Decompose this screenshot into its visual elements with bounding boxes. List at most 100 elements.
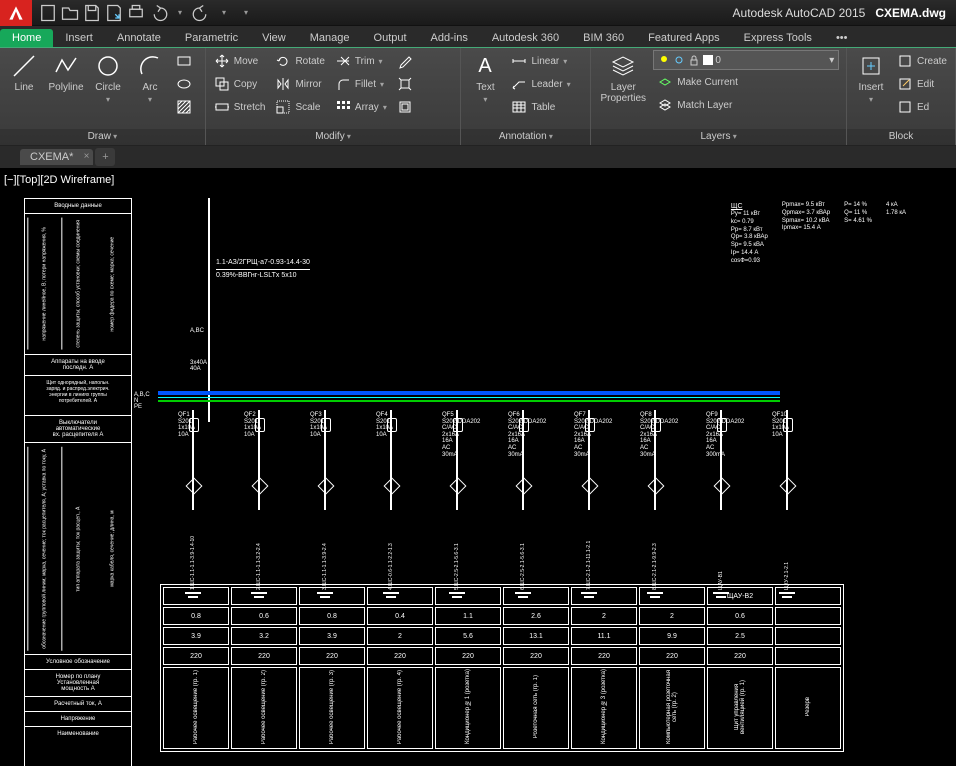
tab-home[interactable]: Home [0,29,53,47]
lightbulb-icon [658,54,670,66]
stretch-button[interactable]: Stretch [210,96,270,118]
mirror-button[interactable]: Mirror [271,73,328,95]
edit-attr-button[interactable]: Ed [893,96,951,118]
layer-combo[interactable]: 0 ▾ [653,50,839,70]
tab-annotate[interactable]: Annotate [105,29,173,47]
svg-text:A: A [479,55,493,77]
breaker-QF8: QF8S202/DDA202C/AC2x16A16AAC30mA 8.ШС-2.… [622,410,688,600]
polyline-button[interactable]: Polyline [46,50,86,95]
file-tabs: CXEMA*× + [0,146,956,168]
data-table: ЩАУ-В20.80.60.80.41.12.6220.63.93.23.925… [160,584,844,752]
breaker-QF7: QF7S202/DDA202C/AC2x16A16AAC30mA 7.ШС-2.… [556,410,622,600]
sun-icon [673,54,685,66]
viewport[interactable]: [−][Top][2D Wireframe] Вводные данные на… [0,168,956,766]
rectangle-icon[interactable] [172,50,196,72]
table-button[interactable]: Table [507,96,574,118]
explode-icon[interactable] [393,73,417,95]
file-tab[interactable]: CXEMA*× [20,149,93,165]
panel-block-title[interactable]: Block [847,129,955,145]
panel-block: Insert Create Edit Ed Block [847,48,956,145]
edit-block-button[interactable]: Edit [893,73,951,95]
app-name: Autodesk AutoCAD 2015 [733,6,866,20]
feeder-phase: A,BC [190,328,204,334]
tab-express-tools[interactable]: Express Tools [732,29,824,47]
offset-icon[interactable] [393,96,417,118]
make-current-button[interactable]: Make Current [653,71,842,93]
trim-button[interactable]: Trim [331,50,391,72]
tab-output[interactable]: Output [362,29,419,47]
side-legend: Вводные данные напряжение линейное, В; п… [24,198,132,766]
undo-icon[interactable] [148,3,168,23]
match-layer-button[interactable]: Match Layer [653,94,842,116]
lock-icon [688,54,700,66]
line-button[interactable]: Line [4,50,44,95]
tab-insert[interactable]: Insert [53,29,105,47]
side-h8: Напряжение [25,712,131,727]
tab-manage[interactable]: Manage [298,29,362,47]
breaker-QF3: QF3S2011x10A10A 3.ШС-1.1-1.1-3.9-2.4 [292,410,358,600]
panel-draw: Line Polyline Circle Arc Draw [0,48,206,145]
arc-button[interactable]: Arc [130,50,170,106]
side-h1: Вводные данные [25,199,131,214]
move-button[interactable]: Move [210,50,270,72]
breaker-QF5: QF5S202/DDA202C/AC2x16A16AAC30mA 5.ШС-2.… [424,410,490,600]
panel-annotation-title[interactable]: Annotation [461,129,590,145]
ribbon: Line Polyline Circle Arc Draw Move Copy … [0,48,956,146]
breaker-QF6: QF6S202/DDA202C/AC2x16A16AAC30mA 6.ШС-2.… [490,410,556,600]
breaker-QF10: QF10S2011x10A10A ЩКУ-2.1-2.1 [754,410,820,600]
array-button[interactable]: Array [331,96,391,118]
panel-layers: Layer Properties 0 ▾ Make Current Match … [591,48,847,145]
app-logo[interactable] [0,0,32,26]
hatch-icon[interactable] [172,96,196,118]
panel-layers-title[interactable]: Layers [591,129,846,145]
tab-view[interactable]: View [250,29,298,47]
tab-bim-360[interactable]: BIM 360 [571,29,636,47]
layer-properties-button[interactable]: Layer Properties [595,50,651,106]
fillet-button[interactable]: Fillet [331,73,391,95]
copy-button[interactable]: Copy [210,73,270,95]
breaker-QF1: QF1S2011x10A10A 1.ШС-1.1-1.1-3.9-1.4-10 [160,410,226,600]
save-icon[interactable] [82,3,102,23]
breaker-QF4: QF4S2011x10A10A 4.ШС-0.6-1.1-2.2-1.3 [358,410,424,600]
leader-button[interactable]: Leader [507,73,574,95]
side-h3: Щит однорядный, напольн. заряд. и распре… [25,376,131,416]
ellipse-icon[interactable] [172,73,196,95]
close-icon[interactable]: × [84,151,90,162]
rotate-button[interactable]: Rotate [271,50,328,72]
redo-dropdown[interactable] [214,3,234,23]
redo-icon[interactable] [192,3,212,23]
titlebar: Autodesk AutoCAD 2015 CXEMA.dwg [0,0,956,26]
quick-access-toolbar [38,3,256,23]
plot-icon[interactable] [126,3,146,23]
create-block-button[interactable]: Create [893,50,951,72]
circle-button[interactable]: Circle [88,50,128,106]
qat-customize[interactable] [236,3,256,23]
tab-overflow[interactable]: ••• [824,29,860,47]
side-h5: Условное обозначение [25,655,131,670]
open-icon[interactable] [60,3,80,23]
undo-dropdown[interactable] [170,3,190,23]
insert-block-button[interactable]: Insert [851,50,891,106]
add-tab-button[interactable]: + [95,148,115,166]
saveas-icon[interactable] [104,3,124,23]
tab-featured-apps[interactable]: Featured Apps [636,29,732,47]
panel-annotation: AText Linear Leader Table Annotation [461,48,591,145]
drawing-content: Вводные данные напряжение линейное, В; п… [0,168,956,766]
linear-button[interactable]: Linear [507,50,574,72]
tab-parametric[interactable]: Parametric [173,29,250,47]
feeder-rating: 3x40A 40A [190,360,207,372]
tab-autodesk-360[interactable]: Autodesk 360 [480,29,571,47]
tab-add-ins[interactable]: Add-ins [419,29,480,47]
window-title: Autodesk AutoCAD 2015 CXEMA.dwg [733,6,946,20]
panel-modify-title[interactable]: Modify [206,129,461,145]
breaker-QF2: QF2S2011x10A10A 2.ШС-1.1-1.1-3.2-2.4 [226,410,292,600]
breaker-QF9: QF9S202/DDA202C/AC2x16A16AAC300mA ЩАУ-В1 [688,410,754,600]
side-h4: Выключатели автоматические вх. расцепите… [25,416,131,443]
erase-icon[interactable] [393,50,417,72]
new-icon[interactable] [38,3,58,23]
side-h2: Аппараты на вводе последн. А [25,355,131,376]
side-h9: Наименование [25,727,131,766]
text-button[interactable]: AText [465,50,505,106]
panel-draw-title[interactable]: Draw [0,129,205,145]
scale-button[interactable]: Scale [271,96,328,118]
